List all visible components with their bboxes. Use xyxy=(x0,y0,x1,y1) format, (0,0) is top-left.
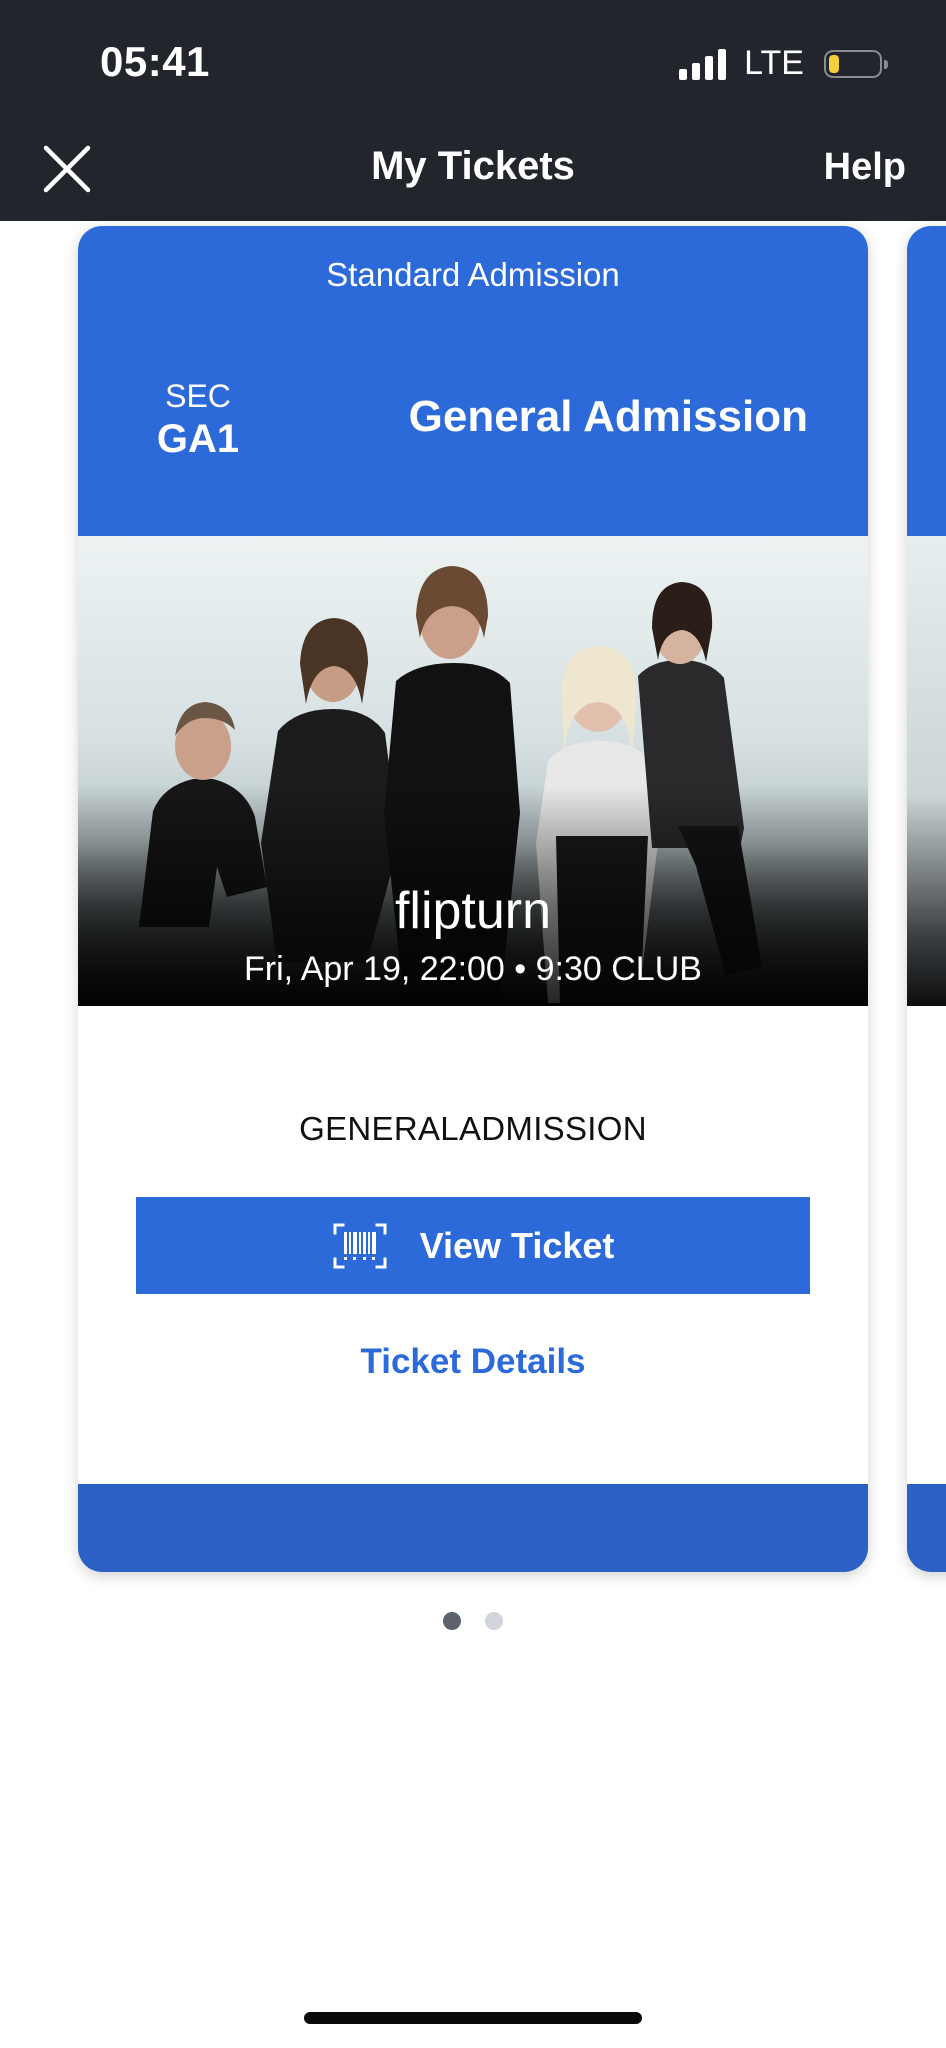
seat-type: General Admission xyxy=(408,392,808,441)
page-title: My Tickets xyxy=(371,144,575,188)
signal-icon xyxy=(679,48,727,80)
admission-type: Standard Admission xyxy=(326,256,620,293)
status-time: 05:41 xyxy=(100,38,210,85)
entry-type-label: GENERALADMISSION xyxy=(299,1110,647,1147)
page-indicator xyxy=(0,1612,946,1630)
view-ticket-button[interactable]: View Ticket xyxy=(136,1197,810,1294)
ticket-card[interactable]: Standard Admission SEC GA1 General Admis… xyxy=(78,226,868,1572)
next-ticket-card[interactable] xyxy=(907,226,946,1572)
ticket-header: Standard Admission SEC GA1 General Admis… xyxy=(78,226,868,536)
barcode-icon xyxy=(333,1223,387,1268)
page-dot-1[interactable] xyxy=(443,1612,461,1630)
help-link[interactable]: Help xyxy=(824,146,906,189)
view-ticket-label: View Ticket xyxy=(419,1224,615,1266)
network-label: LTE xyxy=(744,44,804,82)
ticket-footer xyxy=(78,1484,868,1572)
status-indicators: LTE xyxy=(679,44,888,83)
battery-icon xyxy=(824,49,888,78)
event-date-venue: Fri, Apr 19, 22:00 • 9:30 CLUB xyxy=(244,950,702,988)
home-indicator xyxy=(304,2012,642,2024)
page-dot-2[interactable] xyxy=(485,1612,503,1630)
section-block: SEC GA1 xyxy=(138,376,258,462)
ticket-details-link[interactable]: Ticket Details xyxy=(78,1342,868,1382)
top-bar: 05:41 LTE My Tickets Help xyxy=(0,0,946,221)
section-value: GA1 xyxy=(156,417,240,461)
section-label: SEC xyxy=(165,378,231,414)
artist-name: flipturn xyxy=(394,882,552,940)
